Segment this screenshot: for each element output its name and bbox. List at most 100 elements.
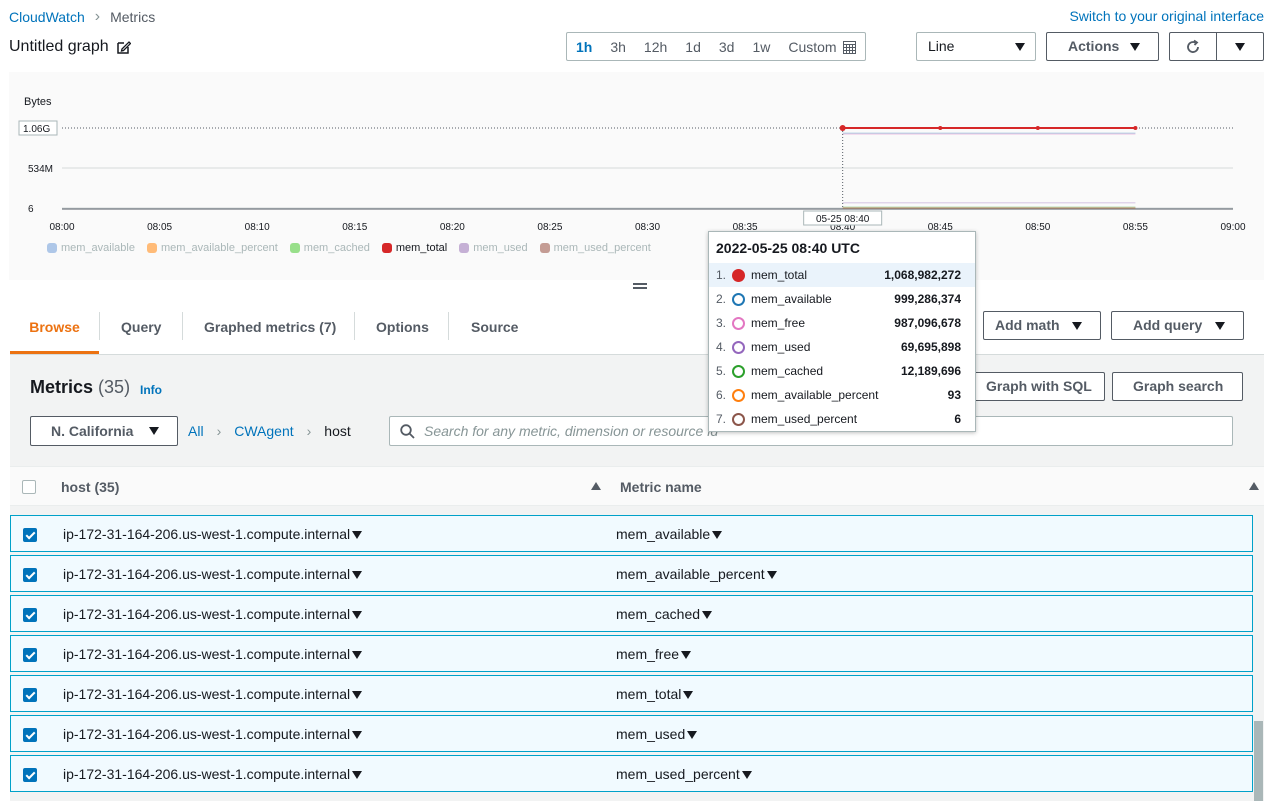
dropdown-icon[interactable] [352,611,363,619]
dropdown-icon[interactable] [741,771,752,779]
switch-interface-link[interactable]: Switch to your original interface [1069,8,1264,24]
tab-divider [448,312,449,340]
tab-query[interactable]: Query [121,312,161,354]
tooltip-series-name: mem_free [751,316,806,330]
legend-swatch-icon [539,243,550,253]
add-math-button[interactable]: Add math [983,311,1101,340]
row-host-text: ip-172-31-164-206.us-west-1.compute.inte… [63,646,351,662]
graph-with-sql-button[interactable]: Graph with SQL [973,372,1105,401]
table-row[interactable]: ip-172-31-164-206.us-west-1.compute.inte… [10,715,1253,752]
time-range-1d[interactable]: 1d [676,33,710,60]
series-dot-icon [732,293,745,306]
dropdown-icon[interactable] [352,771,363,779]
row-checkbox[interactable] [23,728,37,742]
tab-divider [182,312,183,340]
table-row[interactable]: ip-172-31-164-206.us-west-1.compute.inte… [10,635,1253,672]
dropdown-icon[interactable] [352,531,363,539]
legend-item[interactable]: mem_total [381,242,447,254]
tooltip-row: 1. mem_total 1,068,982,272 [709,263,975,287]
table-scrollbar[interactable] [1253,515,1264,801]
dropdown-icon[interactable] [712,531,723,539]
namespace-host: host [324,423,351,439]
row-checkbox[interactable] [23,688,37,702]
tab-options[interactable]: Options [376,312,429,354]
series-dot-icon [732,413,745,426]
row-checkbox[interactable] [23,528,37,542]
column-host[interactable]: host (35) [61,479,119,495]
tooltip-title: 2022-05-25 08:40 UTC [716,240,860,256]
column-metric-name[interactable]: Metric name [620,479,702,495]
graph-search-button[interactable]: Graph search [1112,372,1243,401]
tab-browse[interactable]: Browse [10,312,99,354]
table-header: host (35) Metric name [10,466,1264,506]
breadcrumb-cloudwatch[interactable]: CloudWatch [9,9,85,25]
table-row[interactable]: ip-172-31-164-206.us-west-1.compute.inte… [10,515,1253,552]
time-range-3d[interactable]: 3d [710,33,744,60]
legend-item[interactable]: mem_cached [289,242,370,254]
time-range-1w[interactable]: 1w [743,33,779,60]
time-range-custom[interactable]: Custom [779,33,864,60]
dropdown-icon[interactable] [683,691,694,699]
dropdown-icon[interactable] [352,571,363,579]
top-bar: CloudWatch › Metrics Switch to your orig… [0,0,1277,72]
sort-ascending-icon[interactable] [1249,482,1259,490]
legend-item[interactable]: mem_available [47,242,135,254]
dropdown-icon[interactable] [766,571,777,579]
dropdown-icon[interactable] [681,651,692,659]
dropdown-icon[interactable] [352,651,363,659]
dropdown-icon[interactable] [687,731,698,739]
chevron-down-icon [1215,322,1225,330]
namespace-cwagent[interactable]: CWAgent [234,423,293,439]
namespace-all[interactable]: All [188,423,204,439]
metrics-count: (35) [98,377,131,397]
refresh-options-button[interactable] [1217,33,1263,60]
tab-graphed-metrics[interactable]: Graphed metrics (7) [204,312,336,354]
row-checkbox[interactable] [23,768,37,782]
column-host-label: host [61,479,91,495]
row-checkbox[interactable] [23,608,37,622]
edit-icon[interactable] [116,40,131,54]
table-row[interactable]: ip-172-31-164-206.us-west-1.compute.inte… [10,555,1253,592]
time-range-12h[interactable]: 12h [635,33,676,60]
legend-label: mem_cached [303,242,370,254]
legend-item[interactable]: mem_used_percent [539,242,651,254]
table-row[interactable]: ip-172-31-164-206.us-west-1.compute.inte… [10,675,1253,712]
region-select[interactable]: N. California [30,416,178,446]
sort-ascending-icon[interactable] [591,482,601,490]
refresh-button[interactable] [1170,33,1217,60]
legend-item[interactable]: mem_used [459,242,528,254]
table-row[interactable]: ip-172-31-164-206.us-west-1.compute.inte… [10,595,1253,632]
chart-panel[interactable]: Bytes 1.06G 534M 6 08:00 08:05 08:10 08:15 08:2… [9,72,1264,280]
legend-swatch-icon [47,243,57,253]
add-query-button[interactable]: Add query [1111,311,1244,340]
row-checkbox[interactable] [23,648,37,662]
legend-item[interactable]: mem_available_percent [146,242,278,254]
row-metric: mem_total [616,686,694,702]
series-dot-icon [732,389,745,402]
dropdown-icon[interactable] [702,611,713,619]
table-row[interactable]: ip-172-31-164-206.us-west-1.compute.inte… [10,755,1253,792]
info-link[interactable]: Info [140,383,162,397]
data-point[interactable] [839,125,846,131]
scrollbar-thumb[interactable] [1254,721,1263,801]
tooltip-row: 7. mem_used_percent 6 [709,407,975,431]
resize-handle-icon[interactable] [633,283,647,291]
tooltip-row: 5. mem_cached 12,189,696 [709,359,975,383]
select-all-checkbox[interactable] [22,480,36,494]
row-checkbox[interactable] [23,568,37,582]
row-host-text: ip-172-31-164-206.us-west-1.compute.inte… [63,686,351,702]
time-range-3h[interactable]: 3h [601,33,635,60]
time-range-1h[interactable]: 1h [567,33,601,60]
actions-button[interactable]: Actions [1046,32,1159,61]
tab-source[interactable]: Source [471,312,518,354]
data-point[interactable] [1133,126,1138,130]
dropdown-icon[interactable] [352,691,363,699]
tab-divider [354,312,355,340]
breadcrumb-separator-icon: › [94,8,101,25]
chart-svg: 1.06G 534M 6 08:00 08:05 08:10 08:15 08:20 08:25… [18,120,1246,233]
data-point[interactable] [938,126,943,130]
data-point[interactable] [1035,126,1040,130]
chart-type-select[interactable]: Line [916,32,1036,61]
y-tick-label: 6 [28,204,34,215]
dropdown-icon[interactable] [352,731,363,739]
